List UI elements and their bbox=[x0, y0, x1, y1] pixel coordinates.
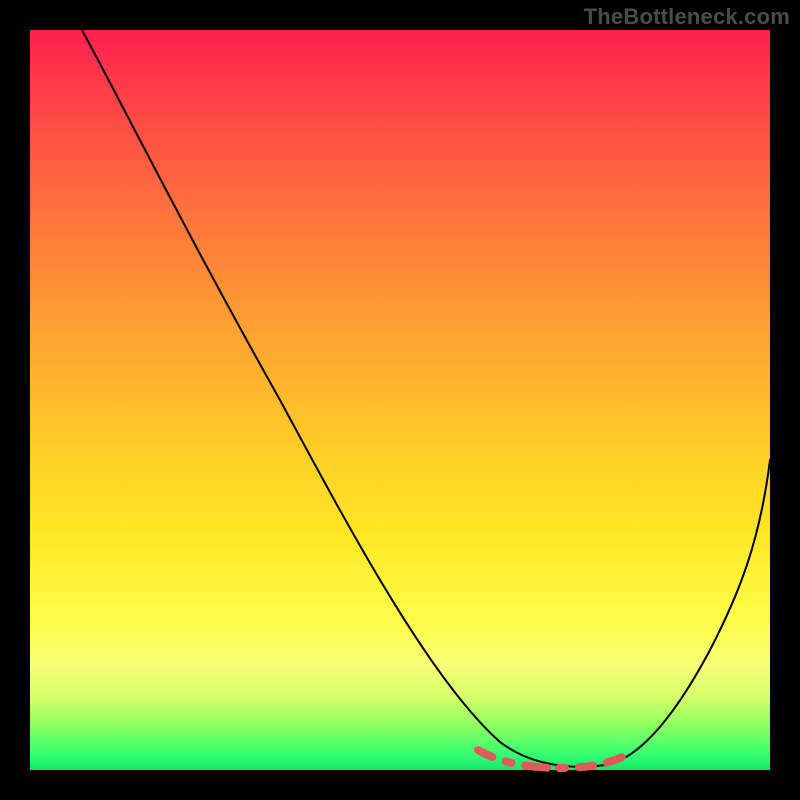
watermark-text: TheBottleneck.com bbox=[584, 4, 790, 30]
chart-frame: TheBottleneck.com bbox=[0, 0, 800, 800]
curve-svg bbox=[30, 30, 770, 770]
bottleneck-curve bbox=[82, 30, 770, 767]
plot-area bbox=[30, 30, 770, 770]
